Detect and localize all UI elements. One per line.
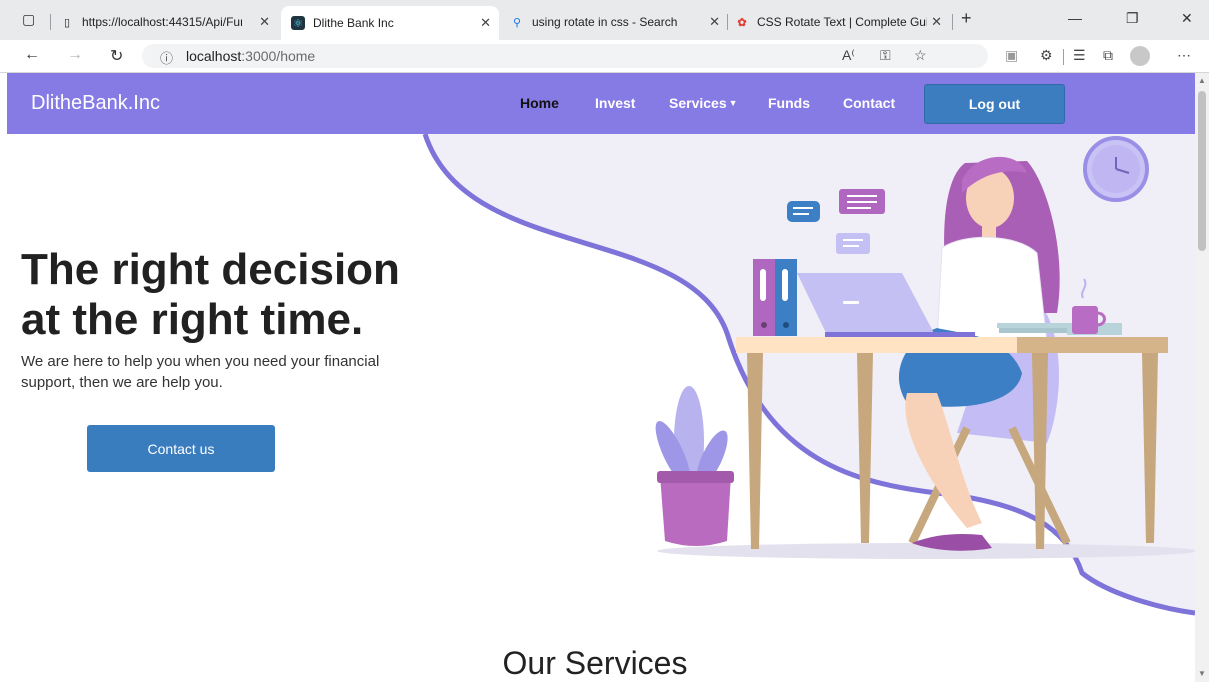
nav-contact[interactable]: Contact — [843, 95, 895, 111]
folders-illustration — [753, 259, 797, 336]
chevron-down-icon: ▼ — [728, 98, 738, 108]
scrollbar-thumb[interactable] — [1198, 91, 1206, 251]
toolbar-separator — [1063, 49, 1064, 65]
tab-dlithe-bank[interactable]: ⚛ Dlithe Bank Inc ✕ — [281, 6, 499, 40]
site-info-icon[interactable]: ⓘ — [160, 48, 173, 67]
site-navbar: DlitheBank.Inc Home Invest Services ▼ Fun… — [7, 73, 1195, 134]
tab-separator — [727, 14, 728, 30]
back-icon[interactable]: ← — [24, 46, 40, 64]
close-tab-icon[interactable]: ✕ — [709, 14, 720, 30]
page-icon: ▯ — [63, 16, 71, 29]
clock-icon — [1083, 136, 1149, 202]
scroll-up-icon[interactable]: ▲ — [1198, 76, 1206, 85]
nav-home[interactable]: Home — [520, 95, 559, 111]
page-scrollbar[interactable]: ▲ ▼ — [1195, 73, 1209, 682]
tab-search[interactable]: ⚲ using rotate in css - Search ✕ — [510, 7, 728, 37]
close-tab-icon[interactable]: ✕ — [931, 14, 942, 30]
tab-separator — [50, 14, 51, 30]
url-text: localhost:3000/home — [186, 48, 315, 64]
read-aloud-icon[interactable]: A⁽ — [842, 47, 855, 64]
logout-button[interactable]: Log out — [924, 84, 1065, 124]
tab-title: Dlithe Bank Inc — [313, 16, 394, 30]
url-path: :3000/home — [241, 48, 316, 64]
hero-subtext: We are here to help you when you need yo… — [21, 353, 380, 391]
close-tab-icon[interactable]: ✕ — [480, 15, 491, 31]
browser-tab-bar: ▢ ▯ https://localhost:44315/Api/Func ✕ ⚛… — [0, 0, 1209, 40]
close-tab-icon[interactable]: ✕ — [259, 14, 270, 30]
new-tab-icon[interactable]: + — [961, 8, 972, 29]
hero-headline: The right decision at the right time. — [21, 245, 400, 344]
collections-icon[interactable]: ⧉ — [1103, 47, 1113, 64]
tab-title: https://localhost:44315/Api/Func — [82, 15, 242, 29]
tab-api-funds[interactable]: ▯ https://localhost:44315/Api/Func ✕ — [60, 7, 278, 37]
nav-funds[interactable]: Funds — [768, 95, 810, 111]
site-logo-icon: ✿ — [737, 16, 747, 29]
nav-invest[interactable]: Invest — [595, 95, 635, 111]
brand-logo[interactable]: DlitheBank.Inc — [31, 92, 160, 115]
add-favorite-icon[interactable]: ☆ — [914, 47, 927, 64]
nav-services-label: Services — [669, 95, 727, 111]
tab-title: CSS Rotate Text | Complete Guid — [757, 15, 927, 29]
more-options-icon[interactable]: ⋯ — [1177, 47, 1191, 64]
react-icon: ⚛ — [291, 16, 305, 30]
address-bar[interactable]: ⓘ localhost:3000/home A⁽ ⚿ ☆ — [142, 44, 988, 68]
profile-avatar[interactable] — [1130, 46, 1150, 66]
tab-separator — [952, 14, 953, 30]
browser-toolbar: ← → ↻ ⓘ localhost:3000/home A⁽ ⚿ ☆ ▣ ⚙ ☰… — [0, 40, 1209, 73]
nav-services[interactable]: Services ▼ — [669, 95, 738, 111]
url-host: localhost — [186, 48, 242, 64]
restore-icon[interactable]: ❐ — [1126, 10, 1139, 27]
page-viewport: DlitheBank.Inc Home Invest Services ▼ Fun… — [7, 73, 1195, 682]
minimize-icon[interactable]: — — [1068, 10, 1082, 26]
key-icon[interactable]: ⚿ — [880, 47, 891, 64]
search-icon: ⚲ — [512, 16, 522, 29]
tab-css-rotate[interactable]: ✿ CSS Rotate Text | Complete Guid ✕ — [735, 7, 950, 37]
forward-icon[interactable]: → — [67, 46, 83, 64]
tab-title: using rotate in css - Search — [532, 15, 678, 29]
refresh-icon[interactable]: ↻ — [110, 46, 123, 66]
hero-illustration — [422, 134, 1195, 616]
split-screen-icon[interactable]: ▣ — [1005, 47, 1018, 64]
plant-illustration — [655, 386, 734, 546]
tab-actions-icon[interactable]: ▢ — [22, 11, 35, 28]
extensions-icon[interactable]: ⚙ — [1040, 47, 1053, 64]
favorites-icon[interactable]: ☰ — [1073, 47, 1086, 64]
close-window-icon[interactable]: ✕ — [1181, 10, 1193, 27]
scroll-down-icon[interactable]: ▼ — [1198, 669, 1206, 678]
services-heading: Our Services — [502, 645, 688, 681]
contact-us-button[interactable]: Contact us — [87, 425, 275, 472]
